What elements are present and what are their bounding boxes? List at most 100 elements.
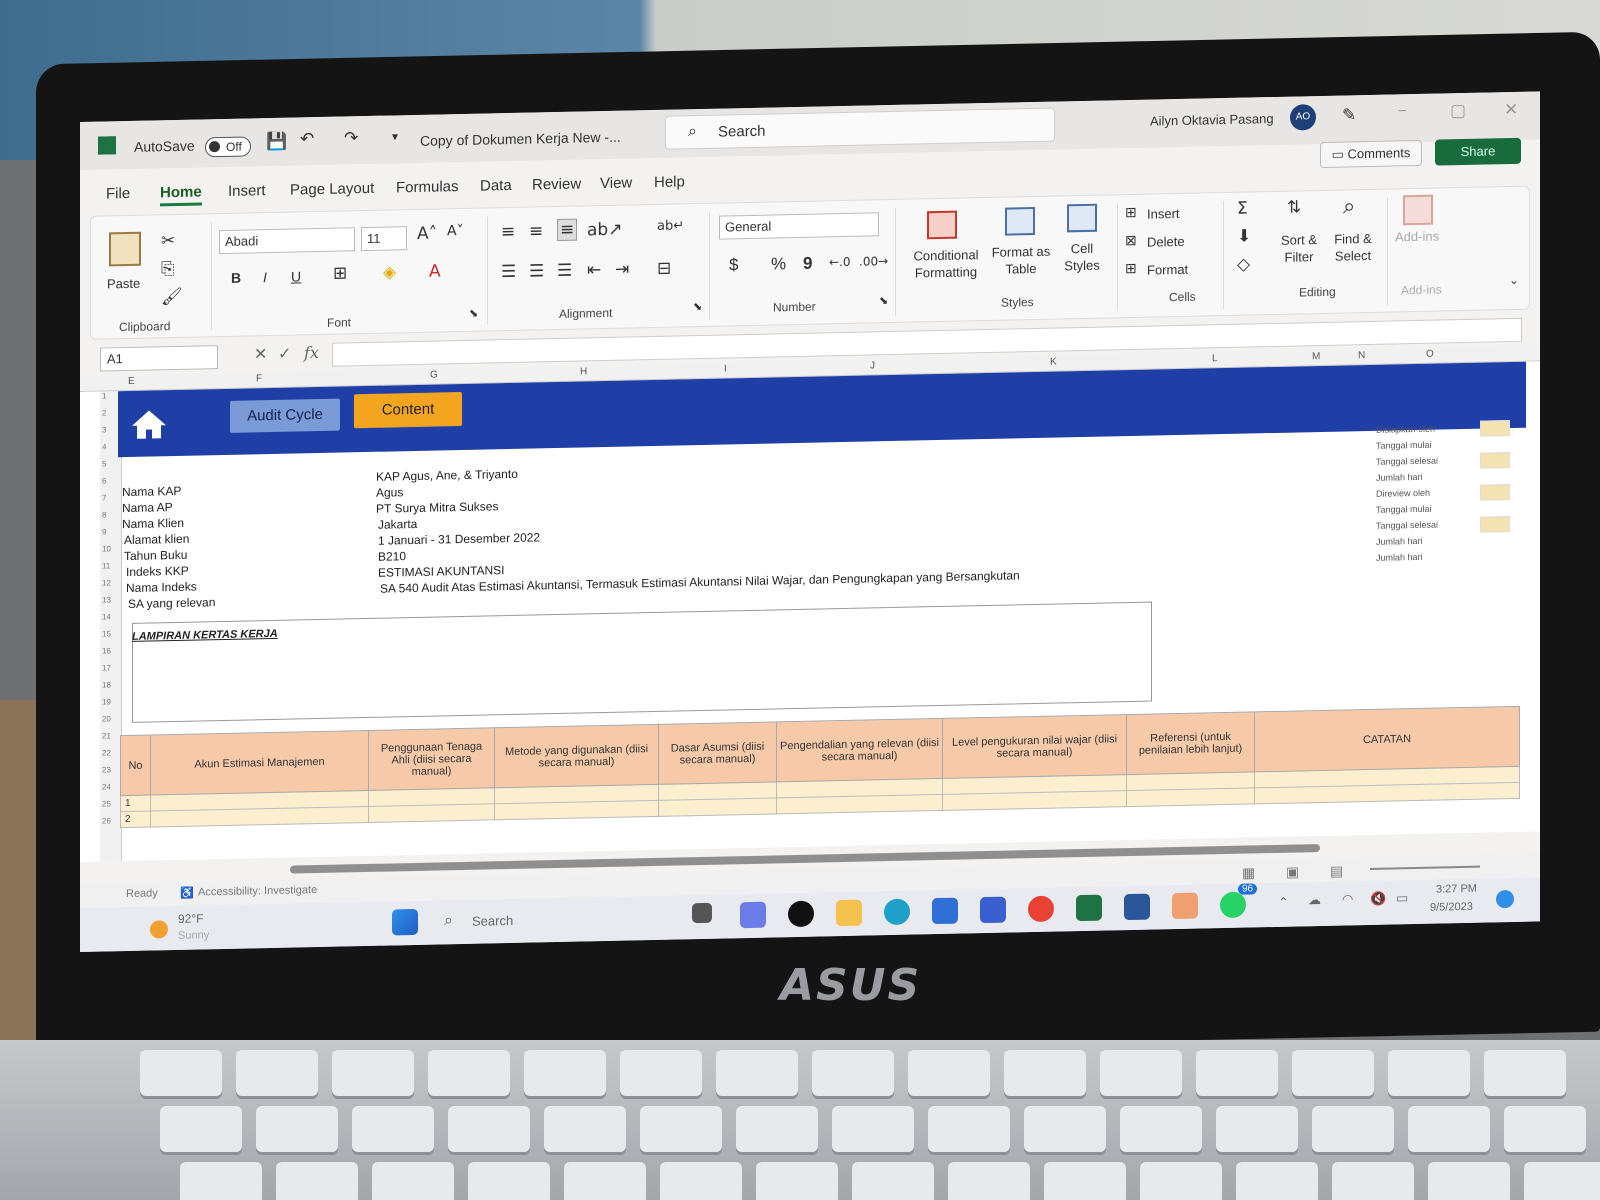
row-header[interactable]: 18 bbox=[102, 680, 111, 689]
currency-button[interactable]: $ bbox=[729, 255, 738, 275]
column-header[interactable]: F bbox=[256, 373, 262, 384]
name-box[interactable]: A1 bbox=[100, 345, 218, 372]
whatsapp-icon[interactable] bbox=[1220, 891, 1246, 919]
tab-home[interactable]: Home bbox=[160, 183, 202, 207]
merge-center-icon[interactable]: ⊟ bbox=[657, 259, 671, 279]
number-dialog-launcher-icon[interactable]: ⬊ bbox=[879, 294, 888, 307]
tab-help[interactable]: Help bbox=[654, 173, 685, 191]
align-middle-icon[interactable]: ≡ bbox=[529, 221, 543, 241]
increase-decimal-icon[interactable]: ←.0 bbox=[829, 255, 851, 269]
align-center-icon[interactable]: ☰ bbox=[529, 261, 544, 281]
teams-chat-icon[interactable] bbox=[740, 901, 766, 929]
column-header[interactable]: E bbox=[128, 376, 135, 387]
column-header[interactable]: G bbox=[430, 370, 438, 381]
save-icon[interactable]: 💾 bbox=[266, 132, 287, 152]
row-header[interactable]: 26 bbox=[102, 816, 111, 825]
row-header[interactable]: 14 bbox=[102, 612, 111, 621]
minimize-icon[interactable]: – bbox=[1398, 100, 1407, 120]
row-header[interactable]: 5 bbox=[102, 459, 106, 468]
tab-view[interactable]: View bbox=[600, 174, 632, 192]
add-ins-button[interactable]: Add-ins bbox=[1395, 229, 1439, 245]
table-cell[interactable] bbox=[776, 794, 943, 814]
clock-time[interactable]: 3:27 PM bbox=[1436, 883, 1477, 896]
sort-filter-icon[interactable]: ⇅ bbox=[1287, 197, 1301, 217]
table-header[interactable]: Dasar Asumsi (diisi secara manual) bbox=[658, 721, 777, 785]
audit-cycle-button[interactable]: Audit Cycle bbox=[230, 398, 340, 433]
table-header[interactable]: Penggunaan Tenaga Ahli (diisi secara man… bbox=[368, 727, 495, 791]
cancel-icon[interactable]: ✕ bbox=[254, 344, 267, 364]
row-header[interactable]: 20 bbox=[102, 714, 111, 723]
cloud-icon[interactable]: ☁ bbox=[1308, 892, 1321, 908]
weather-icon[interactable] bbox=[150, 920, 168, 939]
avatar[interactable]: AO bbox=[1290, 104, 1316, 131]
row-header[interactable]: 25 bbox=[102, 799, 111, 808]
row-header[interactable]: 23 bbox=[102, 765, 111, 774]
chrome-icon[interactable] bbox=[1028, 895, 1054, 923]
table-header[interactable]: Level pengukuran nilai wajar (diisi seca… bbox=[942, 714, 1127, 779]
table-header[interactable]: Referensi (untuk penilaian lebih lanjut) bbox=[1126, 711, 1255, 775]
align-bottom-icon[interactable]: ≡ bbox=[557, 218, 578, 242]
row-header[interactable]: 19 bbox=[102, 697, 111, 706]
sort-filter-button[interactable]: Sort & Filter bbox=[1277, 231, 1321, 266]
find-select-button[interactable]: Find & Select bbox=[1327, 230, 1379, 265]
row-header[interactable]: 15 bbox=[102, 629, 111, 638]
table-cell[interactable] bbox=[494, 800, 659, 820]
align-left-icon[interactable]: ☰ bbox=[501, 262, 516, 282]
delete-cells-button[interactable]: Delete bbox=[1147, 234, 1185, 250]
taskbar-search-icon[interactable]: ⌕ bbox=[444, 912, 453, 930]
task-view-icon[interactable] bbox=[692, 902, 712, 924]
taskbar-search[interactable]: Search bbox=[472, 913, 513, 929]
clock-date[interactable]: 9/5/2023 bbox=[1430, 901, 1473, 914]
cell-styles-button[interactable]: Cell Styles bbox=[1057, 239, 1107, 274]
cut-icon[interactable]: ✂ bbox=[161, 231, 175, 251]
font-name-select[interactable]: Abadi bbox=[219, 227, 355, 255]
row-header[interactable]: 7 bbox=[102, 493, 106, 502]
home-icon[interactable] bbox=[130, 408, 168, 441]
table-cell[interactable]: 2 bbox=[120, 811, 151, 828]
tab-formulas[interactable]: Formulas bbox=[396, 178, 459, 196]
table-cell[interactable] bbox=[1126, 787, 1255, 807]
column-header[interactable]: I bbox=[724, 363, 727, 374]
start-icon[interactable] bbox=[392, 908, 418, 936]
document-title[interactable]: Copy of Dokumen Kerja New -... bbox=[420, 129, 621, 149]
collapse-ribbon-icon[interactable]: ⌄ bbox=[1509, 273, 1519, 287]
table-header[interactable]: Akun Estimasi Manajemen bbox=[150, 730, 369, 796]
increase-indent-icon[interactable]: ⇥ bbox=[615, 259, 629, 279]
decrease-decimal-icon[interactable]: .00→ bbox=[859, 254, 888, 269]
insert-function-icon[interactable]: fx bbox=[304, 343, 319, 362]
delete-cells-icon[interactable]: ⊠ bbox=[1125, 233, 1137, 249]
search-box[interactable]: ⌕ Search bbox=[665, 107, 1055, 150]
redo-icon[interactable]: ↷ bbox=[344, 128, 358, 148]
page-break-view-icon[interactable]: ▤ bbox=[1330, 863, 1343, 880]
page-layout-view-icon[interactable]: ▣ bbox=[1286, 863, 1299, 880]
percent-button[interactable]: % bbox=[771, 254, 786, 274]
column-header[interactable]: J bbox=[870, 360, 875, 371]
borders-icon[interactable]: ⊞ bbox=[333, 263, 347, 283]
fill-color-icon[interactable]: ◈ bbox=[383, 262, 396, 282]
tab-review[interactable]: Review bbox=[532, 176, 581, 194]
tab-insert[interactable]: Insert bbox=[228, 182, 266, 200]
paste-label[interactable]: Paste bbox=[107, 276, 140, 292]
row-header[interactable]: 22 bbox=[102, 748, 111, 757]
format-painter-icon[interactable]: 🖌 bbox=[161, 287, 183, 307]
conditional-formatting-icon[interactable] bbox=[927, 210, 957, 240]
underline-button[interactable]: U bbox=[291, 268, 301, 284]
table-cell[interactable] bbox=[150, 806, 369, 828]
row-header[interactable]: 10 bbox=[102, 544, 111, 553]
signoff-cell[interactable] bbox=[1480, 484, 1510, 501]
insert-cells-button[interactable]: Insert bbox=[1147, 206, 1180, 222]
bold-button[interactable]: B bbox=[231, 270, 241, 286]
table-header[interactable]: Pengendalian yang relevan (diisi secara … bbox=[776, 718, 943, 782]
store-icon[interactable] bbox=[932, 897, 958, 925]
row-header[interactable]: 2 bbox=[102, 408, 106, 417]
orientation-icon[interactable]: ab↗ bbox=[587, 220, 622, 241]
show-hidden-icons-icon[interactable]: ⌃ bbox=[1278, 895, 1289, 911]
content-button[interactable]: Content bbox=[354, 391, 462, 429]
autosave-toggle[interactable]: Off bbox=[205, 136, 251, 158]
align-right-icon[interactable]: ☰ bbox=[557, 261, 572, 281]
accessibility-status[interactable]: Accessibility: Investigate bbox=[198, 884, 317, 898]
media-player-icon[interactable] bbox=[1172, 892, 1198, 920]
tiktok-icon[interactable] bbox=[788, 900, 814, 928]
column-header[interactable]: M bbox=[1312, 351, 1320, 362]
insert-cells-icon[interactable]: ⊞ bbox=[1125, 205, 1137, 221]
